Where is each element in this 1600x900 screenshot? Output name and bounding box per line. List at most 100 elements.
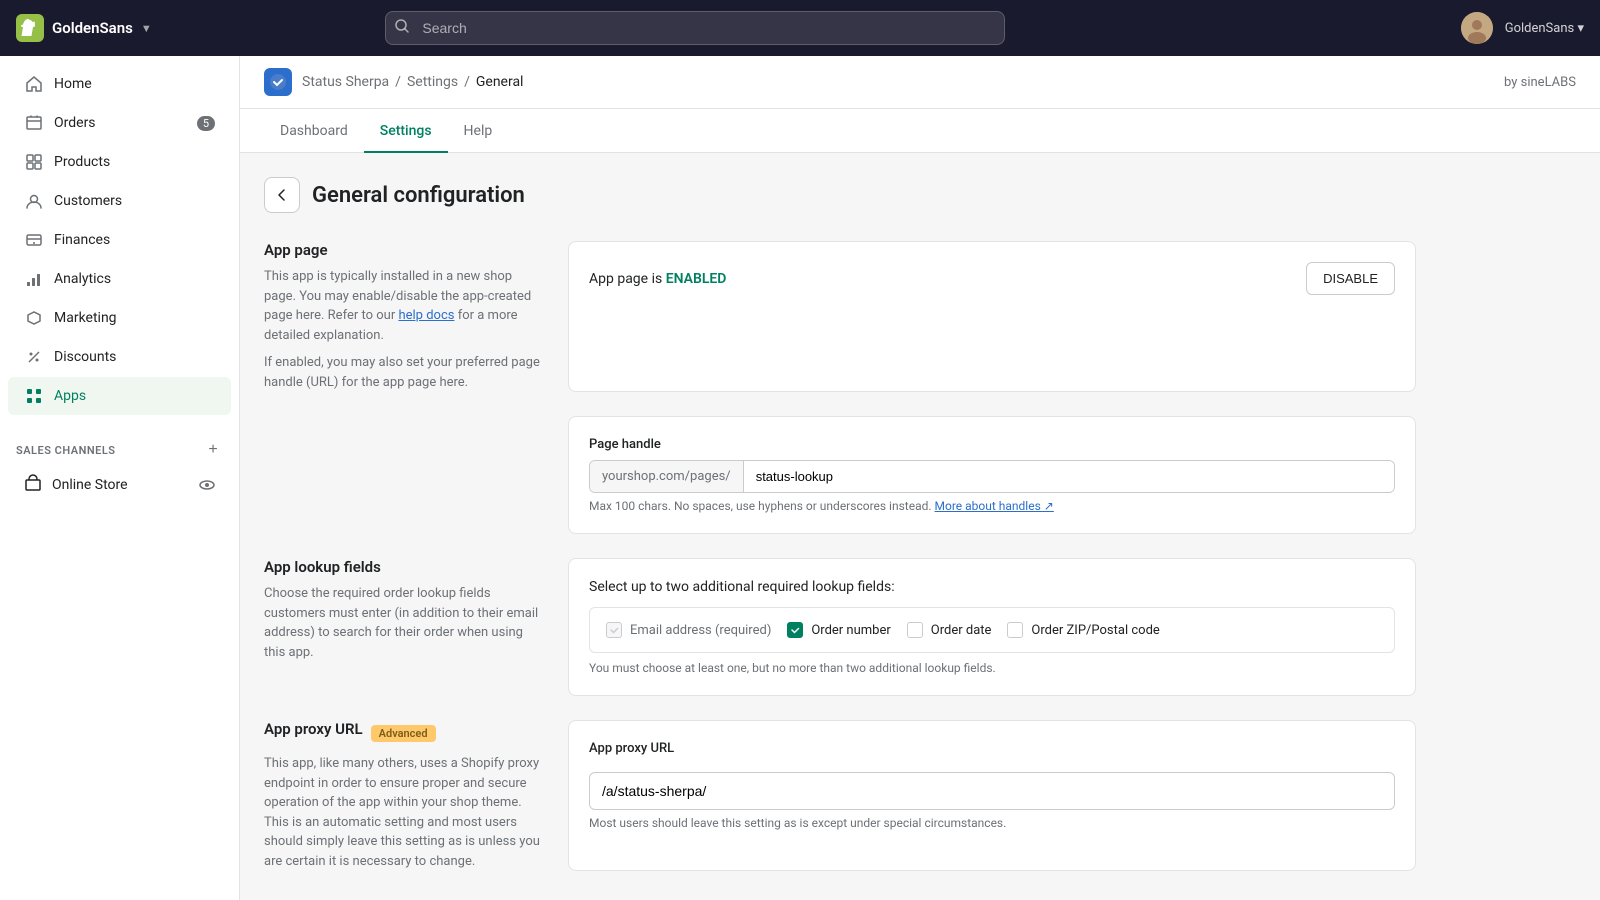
- sidebar-item-discounts-label: Discounts: [54, 349, 116, 365]
- orders-badge: 5: [197, 116, 215, 131]
- apps-icon: [24, 386, 44, 406]
- breadcrumb: Status Sherpa / Settings / General: [302, 74, 523, 90]
- sidebar-item-apps[interactable]: Apps: [8, 377, 231, 415]
- sidebar-item-finances[interactable]: Finances: [8, 221, 231, 259]
- page-content: General configuration App page This app …: [240, 153, 1440, 900]
- checkbox-order-number[interactable]: [787, 622, 803, 638]
- eye-icon[interactable]: [199, 477, 215, 493]
- tab-settings[interactable]: Settings: [364, 109, 448, 153]
- lookup-fields-section: App lookup fields Choose the required or…: [264, 558, 1416, 696]
- online-store-left: Online Store: [24, 474, 128, 496]
- sidebar-item-products-label: Products: [54, 154, 110, 170]
- store-icon: [24, 474, 42, 496]
- app-header-left: Status Sherpa / Settings / General: [264, 68, 523, 96]
- page-handle-input-row: yourshop.com/pages/: [589, 460, 1395, 493]
- checkbox-email: [606, 622, 622, 638]
- sidebar-item-orders[interactable]: Orders 5: [8, 104, 231, 142]
- content-area: Status Sherpa / Settings / General by si…: [240, 56, 1600, 900]
- advanced-badge: Advanced: [371, 725, 436, 742]
- breadcrumb-settings: Settings: [407, 74, 458, 90]
- sales-channels-header: SALES CHANNELS +: [0, 432, 239, 464]
- lookup-fields-right: Select up to two additional required loo…: [568, 558, 1416, 696]
- sidebar-item-home-label: Home: [54, 76, 92, 92]
- sidebar-item-marketing[interactable]: Marketing: [8, 299, 231, 337]
- sidebar-item-analytics-label: Analytics: [54, 271, 111, 287]
- sidebar-item-discounts[interactable]: Discounts: [8, 338, 231, 376]
- sidebar-item-analytics[interactable]: Analytics: [8, 260, 231, 298]
- app-icon: [264, 68, 292, 96]
- breadcrumb-sep2: /: [464, 74, 470, 90]
- lookup-item-email: Email address (required): [606, 622, 771, 638]
- top-bar-right: GoldenSans ▾: [1461, 12, 1584, 44]
- more-about-handles-link[interactable]: More about handles ↗: [935, 499, 1054, 513]
- lookup-item-order-number[interactable]: Order number: [787, 622, 890, 638]
- tab-dashboard[interactable]: Dashboard: [264, 109, 364, 153]
- sidebar-item-orders-label: Orders: [54, 115, 96, 131]
- lookup-fields-desc: Choose the required order lookup fields …: [264, 584, 544, 662]
- sidebar: Home Orders 5 Products: [0, 56, 240, 900]
- sales-channels-section: SALES CHANNELS + Online Store: [0, 424, 239, 514]
- add-sales-channel-button[interactable]: +: [203, 440, 223, 460]
- checkbox-order-zip[interactable]: [1007, 622, 1023, 638]
- analytics-icon: [24, 269, 44, 289]
- logo-text: GoldenSans: [52, 19, 133, 37]
- lookup-order-number-label: Order number: [811, 623, 890, 638]
- top-bar: GoldenSans ▼ GoldenSans ▾: [0, 0, 1600, 56]
- orders-icon: [24, 113, 44, 133]
- page-handle-prefix: yourshop.com/pages/: [590, 461, 744, 492]
- home-icon: [24, 74, 44, 94]
- proxy-title-row: App proxy URL Advanced: [264, 720, 544, 746]
- lookup-fields-left: App lookup fields Choose the required or…: [264, 558, 544, 696]
- logo-chevron: ▼: [141, 22, 152, 35]
- lookup-fields-row: Email address (required) Order number: [606, 622, 1378, 638]
- avatar: [1461, 12, 1493, 44]
- lookup-hint: You must choose at least one, but no mor…: [589, 661, 1395, 675]
- top-bar-username: GoldenSans ▾: [1505, 21, 1584, 36]
- back-button[interactable]: [264, 177, 300, 213]
- marketing-icon: [24, 308, 44, 328]
- sidebar-item-finances-label: Finances: [54, 232, 110, 248]
- page-title: General configuration: [312, 183, 525, 208]
- proxy-hint: Most users should leave this setting as …: [589, 816, 1395, 830]
- checkbox-order-date[interactable]: [907, 622, 923, 638]
- proxy-heading: App proxy URL: [264, 720, 363, 738]
- customers-icon: [24, 191, 44, 211]
- app-page-left: App page This app is typically installed…: [264, 241, 544, 392]
- proxy-desc: This app, like many others, uses a Shopi…: [264, 754, 544, 871]
- tabs-bar: Dashboard Settings Help: [240, 109, 1600, 153]
- search-icon: [395, 19, 409, 37]
- app-frame: GoldenSans ▼ GoldenSans ▾: [0, 0, 1600, 900]
- help-docs-link[interactable]: help docs: [398, 308, 454, 323]
- by-label: by sineLABS: [1504, 75, 1576, 90]
- search-input[interactable]: [385, 11, 1005, 45]
- sidebar-item-online-store[interactable]: Online Store: [8, 465, 231, 505]
- proxy-left: App proxy URL Advanced This app, like ma…: [264, 720, 544, 871]
- main-layout: Home Orders 5 Products: [0, 56, 1600, 900]
- proxy-right: App proxy URL Most users should leave th…: [568, 720, 1416, 871]
- app-page-card: App page is ENABLED DISABLE: [589, 262, 1395, 295]
- app-page-right: App page is ENABLED DISABLE: [568, 241, 1416, 392]
- logo[interactable]: GoldenSans ▼: [16, 14, 152, 42]
- search-container: [385, 11, 1005, 45]
- sidebar-item-customers[interactable]: Customers: [8, 182, 231, 220]
- breadcrumb-app-name: Status Sherpa: [302, 74, 389, 90]
- proxy-url-input[interactable]: [589, 772, 1395, 810]
- disable-button[interactable]: DISABLE: [1306, 262, 1395, 295]
- app-page-heading: App page: [264, 241, 544, 259]
- sidebar-item-home[interactable]: Home: [8, 65, 231, 103]
- lookup-item-order-zip[interactable]: Order ZIP/Postal code: [1007, 622, 1159, 638]
- page-handle-right: Page handle yourshop.com/pages/ Max 100 …: [568, 416, 1416, 534]
- page-handle-section: Page handle yourshop.com/pages/ Max 100 …: [264, 416, 1416, 534]
- lookup-order-zip-label: Order ZIP/Postal code: [1031, 623, 1159, 638]
- sidebar-item-products[interactable]: Products: [8, 143, 231, 181]
- lookup-item-order-date[interactable]: Order date: [907, 622, 992, 638]
- lookup-order-date-label: Order date: [931, 623, 992, 638]
- online-store-label: Online Store: [52, 477, 128, 493]
- page-handle-input[interactable]: [744, 461, 1394, 492]
- page-title-row: General configuration: [264, 177, 1416, 213]
- lookup-email-label: Email address (required): [630, 623, 771, 638]
- lookup-fields-title: Select up to two additional required loo…: [589, 579, 1395, 595]
- page-handle-label: Page handle: [589, 437, 1395, 452]
- app-page-desc: This app is typically installed in a new…: [264, 267, 544, 345]
- tab-help[interactable]: Help: [448, 109, 509, 153]
